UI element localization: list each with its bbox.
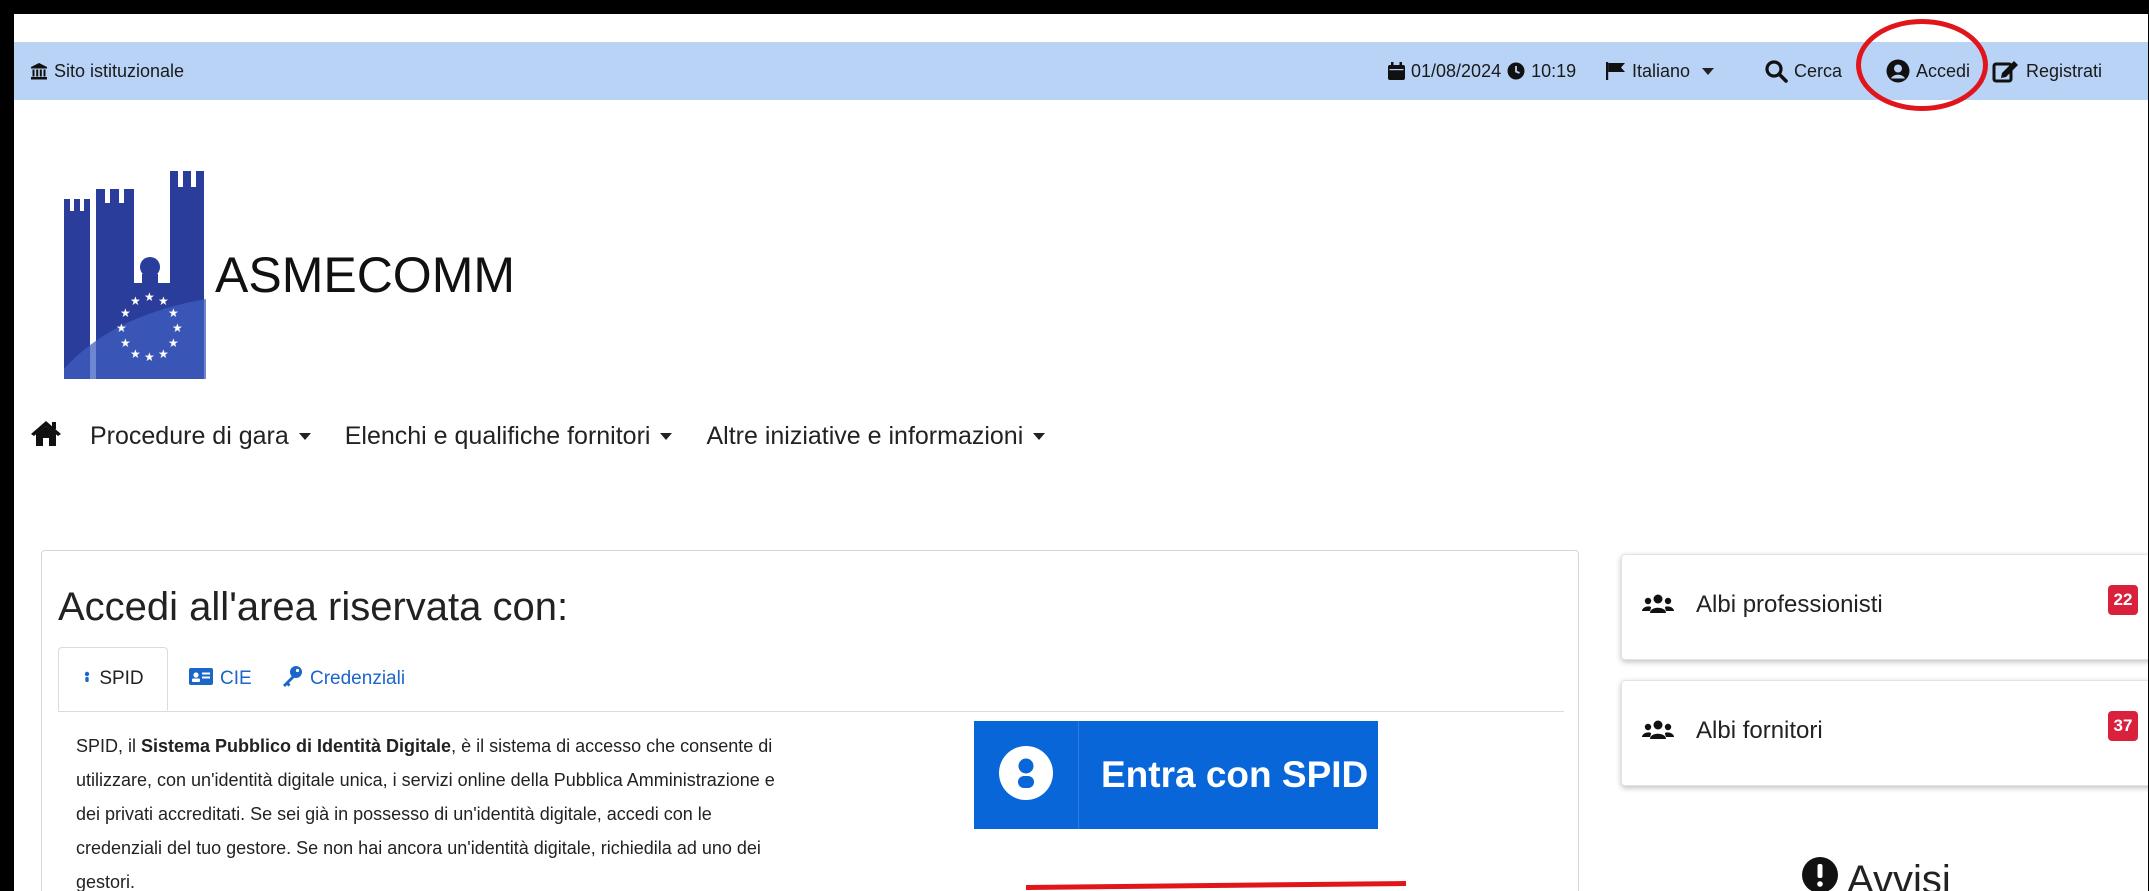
brand-name: ASMECOMM: [215, 247, 515, 303]
svg-text:★: ★: [130, 347, 141, 361]
current-time: 10:19: [1531, 60, 1577, 81]
nav-procedure-di-gara[interactable]: Procedure di gara: [90, 422, 311, 451]
spid-description-rest: , è il sistema di accesso che consente d…: [76, 736, 775, 891]
edit-icon: [1992, 58, 2020, 84]
svg-text:★: ★: [120, 306, 131, 320]
language-selector[interactable]: Italiano: [1606, 42, 1715, 100]
flag-icon: [1606, 62, 1626, 80]
exclamation-circle-icon: [1801, 856, 1839, 891]
spid-description-bold: Sistema Pubblico di Identità Digitale: [141, 736, 452, 756]
svg-text:★: ★: [168, 336, 179, 350]
top-edge: [14, 14, 2148, 43]
login-card-title: Accedi all'area riservata con:: [58, 585, 569, 629]
institution-icon: [30, 62, 48, 80]
home-link[interactable]: [30, 419, 62, 454]
register-label: Registrati: [2026, 60, 2103, 81]
svg-text:★: ★: [168, 306, 179, 320]
card-label: Albi professionisti: [1696, 591, 1883, 618]
tab-label: CIE: [220, 668, 252, 689]
spid-description-intro: SPID, il: [76, 736, 142, 756]
chevron-down-icon: [298, 432, 311, 440]
nav-label: Altre iniziative e informazioni: [706, 421, 1024, 450]
home-icon: [30, 419, 62, 454]
count-badge: 37: [2108, 711, 2138, 741]
register-link[interactable]: Registrati: [1992, 42, 2102, 100]
spid-button-icon-area: [974, 721, 1079, 829]
tab-spid[interactable]: SPID: [58, 647, 168, 711]
users-icon: [1642, 719, 1674, 746]
albi-fornitori-card[interactable]: Albi fornitori 37: [1621, 680, 2148, 786]
nav-label: Procedure di gara: [90, 421, 289, 450]
asmecomm-logo[interactable]: ★ ★ ★ ★ ★ ★ ★ ★ ★ ★ ★ ★: [60, 169, 210, 390]
search-link[interactable]: Cerca: [1764, 42, 1842, 100]
person-icon: [82, 668, 92, 690]
users-icon: [1642, 593, 1674, 620]
top-utility-bar: Sito istituzionale 01/08/2024 10:19 Ital…: [14, 42, 2148, 100]
current-date: 01/08/2024: [1411, 60, 1502, 81]
id-card-icon: [189, 667, 213, 691]
main-navigation: Procedure di gara Elenchi e qualifiche f…: [30, 416, 1079, 456]
login-card: Accedi all'area riservata con: SPID CIE …: [41, 550, 1579, 891]
key-icon: [281, 665, 303, 693]
annotation-underline: [1025, 881, 1407, 890]
tab-cie[interactable]: CIE: [189, 647, 252, 711]
nav-label: Elenchi e qualifiche fornitori: [344, 421, 651, 450]
login-link[interactable]: Accedi: [1886, 42, 1970, 100]
user-circle-icon: [1886, 59, 1910, 83]
avvisi-heading: Avvisi: [1801, 856, 1951, 891]
svg-text:★: ★: [144, 350, 155, 364]
svg-text:★: ★: [172, 321, 183, 335]
language-label: Italiano: [1632, 60, 1691, 81]
date-time-display: 01/08/2024 10:19: [1388, 42, 1576, 100]
albi-professionisti-card[interactable]: Albi professionisti 22: [1621, 554, 2148, 660]
browser-viewport: Sito istituzionale 01/08/2024 10:19 Ital…: [14, 14, 2148, 891]
tab-label: SPID: [99, 668, 144, 689]
svg-text:★: ★: [116, 321, 127, 335]
tab-credenziali[interactable]: Credenziali: [281, 647, 405, 711]
clock-icon: [1507, 62, 1525, 80]
nav-altre-iniziative[interactable]: Altre iniziative e informazioni: [706, 421, 1046, 451]
avvisi-title: Avvisi: [1847, 857, 1951, 891]
nav-elenchi-qualifiche-fornitori[interactable]: Elenchi e qualifiche fornitori: [345, 422, 673, 451]
svg-text:★: ★: [120, 336, 131, 350]
calendar-icon: [1388, 62, 1405, 80]
login-label: Accedi: [1916, 60, 1971, 81]
user-circle-icon: [998, 745, 1054, 806]
login-method-tabs: SPID CIE Credenziali: [58, 647, 1564, 712]
spid-description: SPID, il Sistema Pubblico di Identità Di…: [76, 729, 792, 891]
svg-text:★: ★: [130, 294, 141, 308]
chevron-down-icon: [660, 432, 673, 440]
count-badge: 22: [2108, 585, 2138, 615]
spid-login-button[interactable]: Entra con SPID: [974, 721, 1378, 829]
card-label: Albi fornitori: [1696, 717, 1823, 744]
tab-label: Credenziali: [310, 668, 406, 689]
search-icon: [1764, 59, 1788, 83]
svg-text:★: ★: [158, 347, 169, 361]
svg-text:★: ★: [144, 290, 155, 304]
chevron-down-icon: [1702, 67, 1715, 75]
institutional-site-link[interactable]: Sito istituzionale: [30, 42, 184, 100]
search-label: Cerca: [1794, 60, 1843, 81]
institutional-site-label: Sito istituzionale: [54, 60, 185, 81]
spid-button-label: Entra con SPID: [1101, 754, 1369, 795]
chevron-down-icon: [1033, 432, 1046, 440]
